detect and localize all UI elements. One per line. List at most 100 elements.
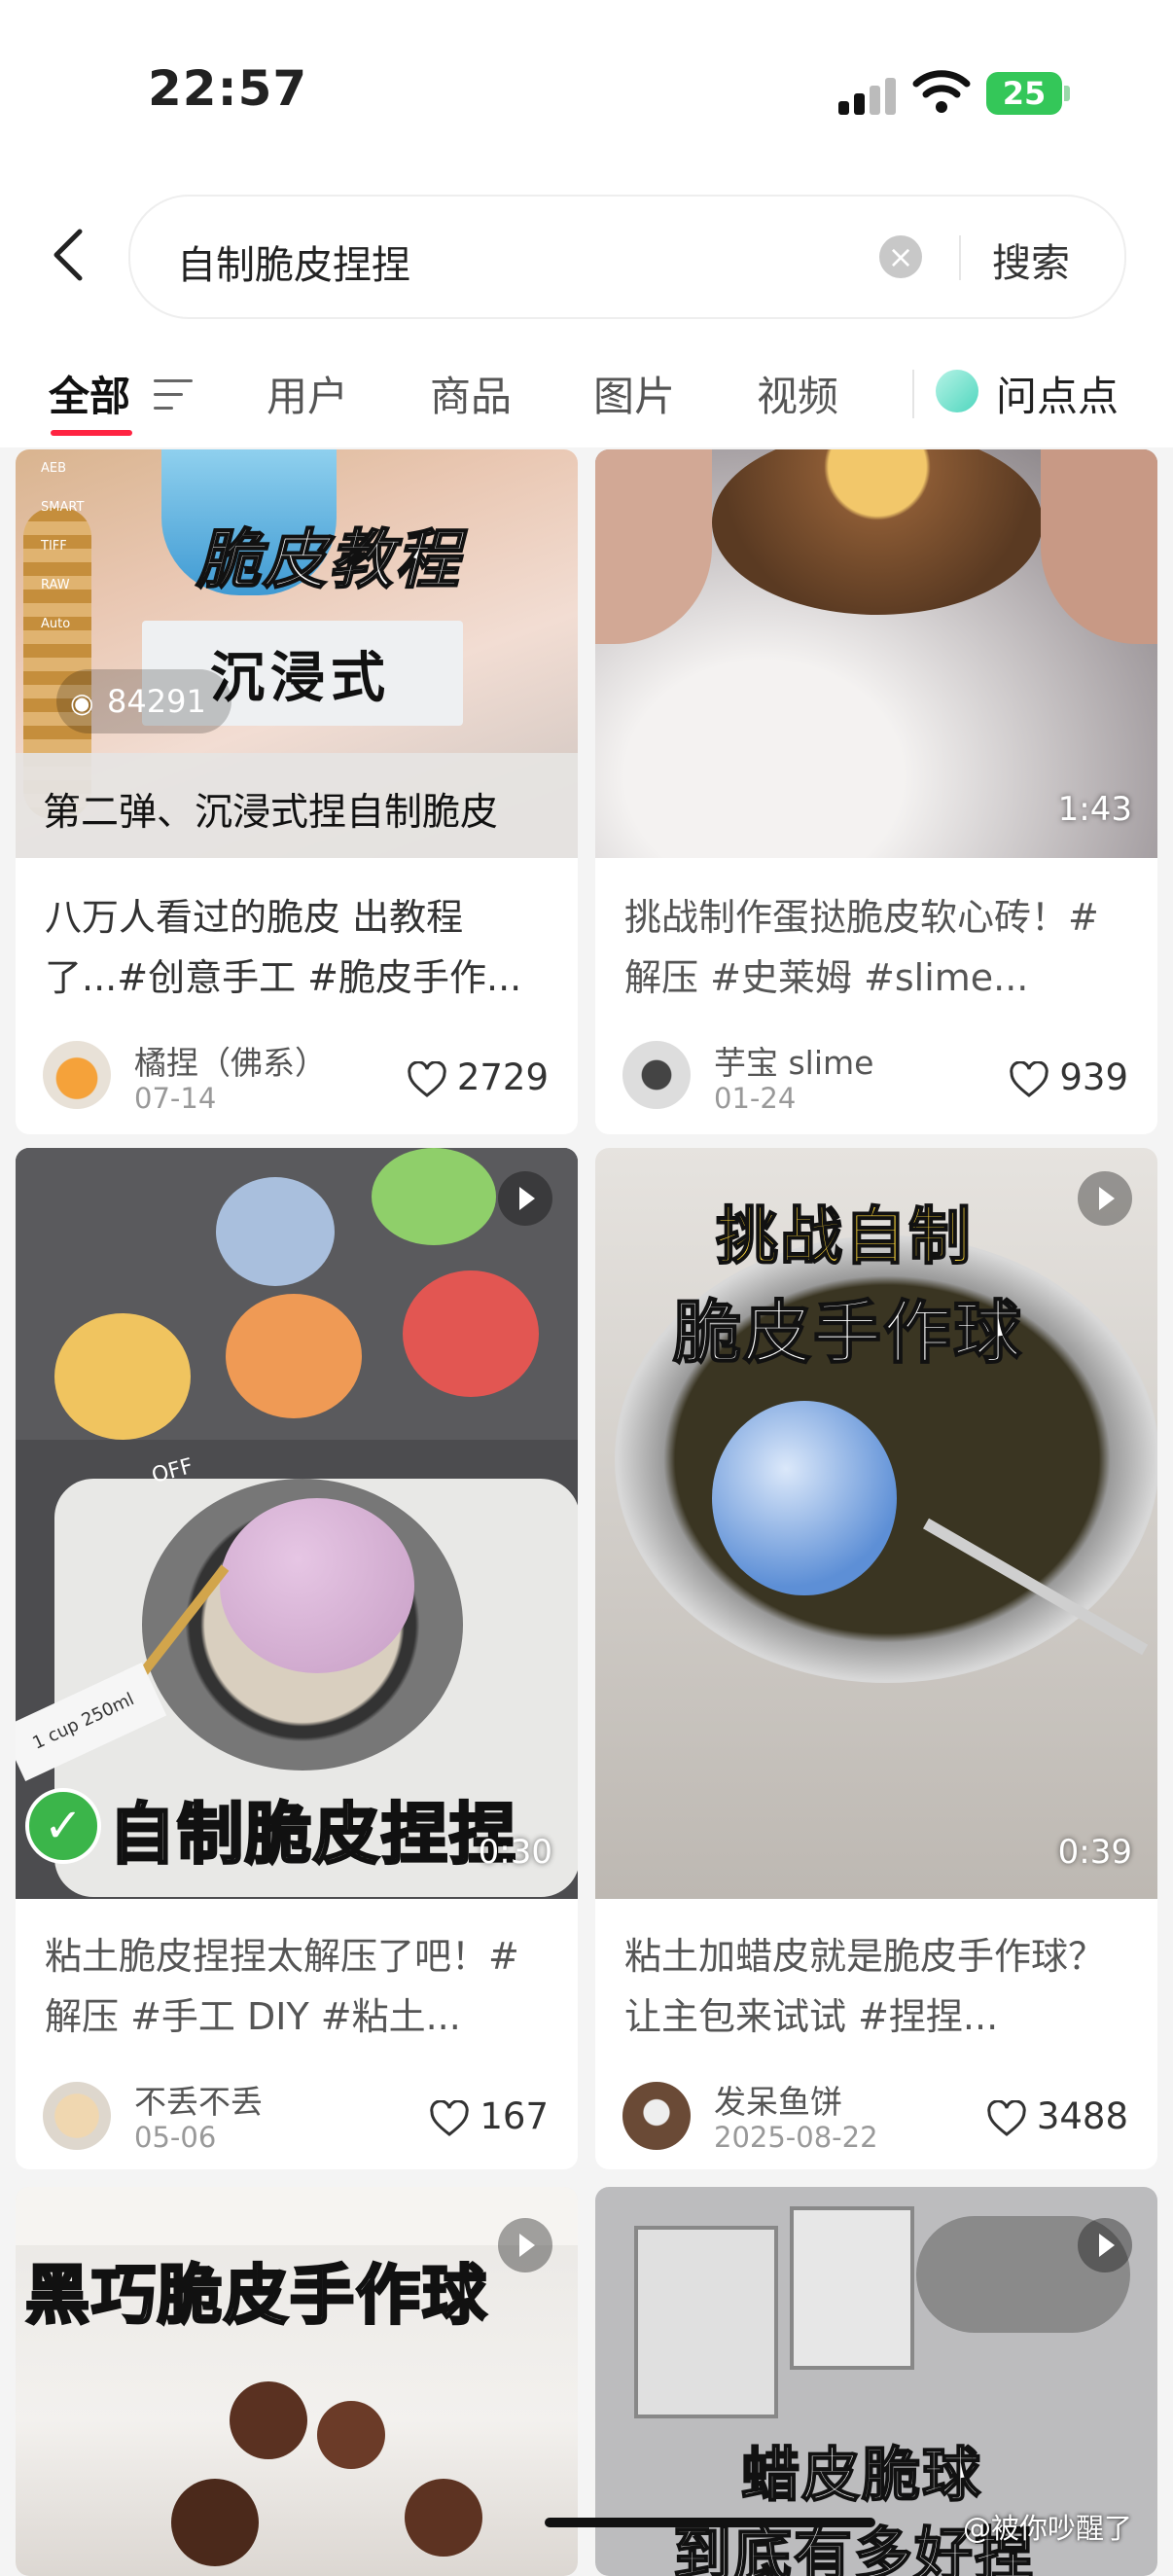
- choco-ball: [405, 2479, 482, 2557]
- ball-blue: [712, 1401, 897, 1595]
- filter-icon[interactable]: [154, 379, 195, 412]
- tab-all[interactable]: 全部: [49, 364, 130, 423]
- battery-icon: 25: [986, 72, 1062, 115]
- macaron-green: [372, 1148, 496, 1245]
- thumb-line2: 脆皮手作球: [672, 1292, 1023, 1374]
- like-count: 3488: [1036, 2095, 1128, 2137]
- note-title[interactable]: 挑战制作蛋挞脆皮软心砖！#解压 #史莱姆 #slime...: [624, 887, 1128, 1008]
- video-duration: 0:39: [1057, 1833, 1132, 1872]
- tab-images[interactable]: 图片: [593, 364, 675, 423]
- search-query[interactable]: 自制脆皮捏捏: [177, 233, 410, 290]
- post-date: 07-14: [134, 1082, 217, 1115]
- like-button[interactable]: 3488: [986, 2095, 1128, 2137]
- search-header: 自制脆皮捏捏 × 搜索: [0, 175, 1173, 340]
- heart-icon: [430, 2099, 470, 2136]
- wifi-icon: [912, 70, 971, 113]
- thumb-line1: 挑战自制: [715, 1200, 973, 1274]
- author-name[interactable]: 橘捏（佛系）: [134, 1037, 327, 1084]
- avatar[interactable]: [43, 2082, 111, 2150]
- cam-label: TIFF: [41, 539, 67, 554]
- ai-assistant-icon[interactable]: [936, 370, 978, 412]
- heart-icon: [987, 2099, 1026, 2136]
- back-icon[interactable]: [45, 226, 93, 284]
- note-card[interactable]: AEB SMART TIFF RAW Auto 脆皮教程 沉浸式 ◉ 84291…: [16, 449, 578, 1134]
- ceiling-image: [16, 2187, 578, 2245]
- like-count: 167: [480, 2095, 549, 2137]
- status-time: 22:57: [148, 60, 308, 117]
- thumb-title: 自制脆皮捏捏: [107, 1796, 518, 1876]
- like-button[interactable]: 939: [1009, 1056, 1128, 1098]
- video-duration: 1:43: [1057, 790, 1132, 829]
- note-title[interactable]: 粘土脆皮捏捏太解压了吧！#解压 #手工 DIY #粘土...: [45, 1926, 549, 2047]
- signal-icon: [838, 76, 899, 115]
- photo-card: [634, 2226, 778, 2418]
- note-thumbnail[interactable]: OFF 1 cup 250ml ✓ 自制脆皮捏捏 0:30: [16, 1148, 578, 1899]
- view-count: 84291: [107, 683, 206, 720]
- filter-tabs: 全部 用户 商品 图片 视频 问点点: [0, 340, 1173, 447]
- tab-ask[interactable]: 问点点: [996, 364, 1119, 423]
- battery-cap: [1064, 86, 1070, 101]
- note-thumbnail[interactable]: AEB SMART TIFF RAW Auto 脆皮教程 沉浸式 ◉ 84291…: [16, 449, 578, 858]
- heart-icon: [408, 1060, 446, 1097]
- status-bar: 22:57 25: [0, 0, 1173, 175]
- hand-image: [1041, 449, 1157, 644]
- tab-separator: [912, 370, 914, 418]
- author-name[interactable]: 发呆鱼饼: [714, 2076, 842, 2123]
- thumb-title: 黑巧脆皮手作球: [24, 2257, 488, 2335]
- cam-label: SMART: [41, 500, 85, 515]
- play-icon: [498, 2218, 552, 2272]
- views-badge: ◉ 84291: [56, 669, 231, 733]
- search-button[interactable]: 搜索: [992, 232, 1070, 288]
- note-card[interactable]: 挑战自制 脆皮手作球 0:39 粘土加蜡皮就是脆皮手作球？让主包来试试 #捏捏.…: [595, 1148, 1157, 2169]
- watermark: @被你吵醒了: [963, 2512, 1133, 2545]
- macaron-blue: [216, 1177, 335, 1286]
- macaron-red: [403, 1270, 539, 1397]
- play-icon: [498, 1171, 552, 1226]
- like-count: 939: [1059, 1056, 1128, 1098]
- play-icon: [1078, 2218, 1132, 2272]
- note-thumbnail[interactable]: 黑巧脆皮手作球: [16, 2187, 578, 2576]
- post-date: 2025-08-22: [714, 2121, 878, 2154]
- tab-users[interactable]: 用户: [267, 364, 348, 423]
- note-title[interactable]: 八万人看过的脆皮 出教程了...#创意手工 #脆皮手作...: [45, 887, 549, 1008]
- author-name[interactable]: 芋宝 slime: [714, 1037, 873, 1084]
- cam-label: Auto: [41, 617, 71, 631]
- thumb-title: 脆皮教程: [196, 521, 461, 598]
- note-thumbnail[interactable]: 挑战自制 脆皮手作球 0:39: [595, 1148, 1157, 1899]
- clear-icon[interactable]: ×: [879, 235, 922, 278]
- thumb-subtitle: 沉浸式: [210, 647, 391, 710]
- cam-label: AEB: [41, 461, 67, 476]
- like-count: 2729: [456, 1056, 549, 1098]
- video-duration: 0:30: [478, 1833, 552, 1872]
- post-date: 05-06: [134, 2121, 217, 2154]
- note-card[interactable]: 1:43 挑战制作蛋挞脆皮软心砖！#解压 #史莱姆 #slime... 芋宝 s…: [595, 449, 1157, 1134]
- note-card[interactable]: OFF 1 cup 250ml ✓ 自制脆皮捏捏 0:30 粘土脆皮捏捏太解压了…: [16, 1148, 578, 2169]
- play-icon: [1078, 1171, 1132, 1226]
- cam-label: RAW: [41, 578, 70, 592]
- search-input[interactable]: 自制脆皮捏捏 × 搜索: [128, 195, 1126, 319]
- macaron-orange: [226, 1294, 362, 1418]
- note-title[interactable]: 粘土加蜡皮就是脆皮手作球？让主包来试试 #捏捏...: [624, 1926, 1128, 2047]
- thumb-caption: 第二弹、沉浸式捏自制脆皮: [43, 791, 499, 835]
- ball-pink: [220, 1498, 414, 1673]
- tab-goods[interactable]: 商品: [430, 364, 512, 423]
- home-indicator[interactable]: [545, 2518, 875, 2527]
- thumb-title: 蜡皮脆球: [740, 2441, 982, 2511]
- avatar[interactable]: [622, 2082, 691, 2150]
- eye-icon: ◉: [70, 687, 94, 719]
- avatar[interactable]: [43, 1041, 111, 1109]
- check-icon: ✓: [25, 1788, 101, 1864]
- choco-ball: [317, 2401, 385, 2469]
- like-button[interactable]: 167: [429, 2095, 549, 2137]
- note-card[interactable]: 黑巧脆皮手作球: [16, 2187, 578, 2576]
- like-button[interactable]: 2729: [407, 1056, 549, 1098]
- tart-image: [712, 449, 1043, 615]
- avatar[interactable]: [622, 1041, 691, 1109]
- tab-active-indicator: [51, 430, 132, 436]
- note-thumbnail[interactable]: 1:43: [595, 449, 1157, 858]
- author-name[interactable]: 不丢不丢: [134, 2076, 263, 2123]
- heart-icon: [1010, 1060, 1049, 1097]
- caption-bar: 第二弹、沉浸式捏自制脆皮: [16, 753, 578, 858]
- tab-videos[interactable]: 视频: [757, 364, 838, 423]
- post-date: 01-24: [714, 1082, 797, 1115]
